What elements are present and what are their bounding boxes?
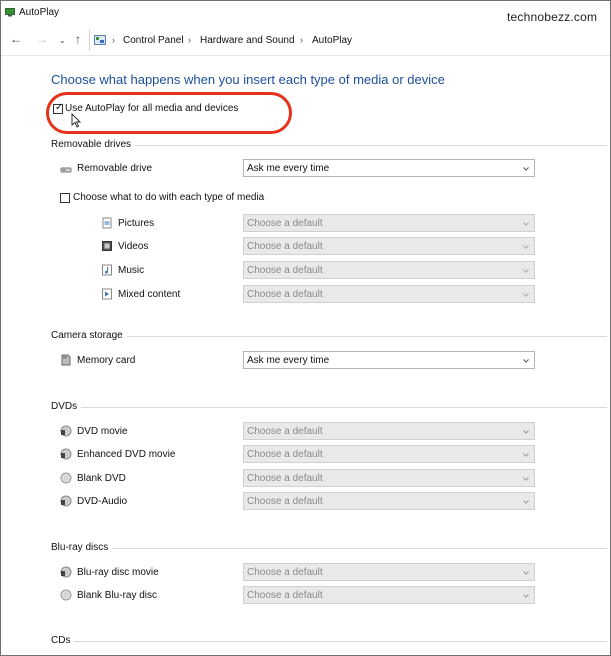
- music-icon: [102, 264, 112, 276]
- control-panel-icon: [94, 35, 106, 45]
- chevron-down-icon: [523, 167, 529, 171]
- dvd-movie-select[interactable]: Choose a default: [243, 422, 535, 440]
- chevron-down-icon: [523, 245, 529, 249]
- page-heading: Choose what happens when you insert each…: [51, 72, 445, 87]
- camera-storage-title: Camera storage: [51, 330, 127, 341]
- memory-card-select[interactable]: Ask me every time: [243, 351, 535, 369]
- select-value: Choose a default: [247, 289, 323, 300]
- chevron-down-icon: [523, 500, 529, 504]
- memory-card-icon: [61, 354, 71, 366]
- breadcrumb-control-panel[interactable]: Control Panel: [123, 35, 184, 46]
- mouse-cursor-icon: [71, 113, 81, 128]
- dvd-movie-label: DVD movie: [77, 426, 128, 437]
- mixed-content-label: Mixed content: [118, 289, 181, 300]
- per-media-type-checkbox[interactable]: [60, 193, 70, 203]
- videos-icon: [102, 241, 112, 251]
- chevron-down-icon: [523, 594, 529, 598]
- select-value: Choose a default: [247, 473, 323, 484]
- blank-dvd-select[interactable]: Choose a default: [243, 469, 535, 487]
- removable-drives-title: Removable drives: [51, 139, 136, 150]
- removable-drive-select[interactable]: Ask me every time: [243, 159, 535, 177]
- pictures-label: Pictures: [118, 218, 155, 229]
- blu-ray-disc-movie-label: Blu-ray disc movie: [77, 567, 159, 578]
- chevron-down-icon: [523, 359, 529, 363]
- select-value: Choose a default: [247, 426, 323, 437]
- per-media-type-label[interactable]: Choose what to do with each type of medi…: [73, 192, 264, 203]
- dvd-audio-select[interactable]: Choose a default: [243, 492, 535, 510]
- select-value: Ask me every time: [247, 355, 330, 366]
- highlight-circle: [46, 92, 292, 134]
- back-arrow-icon[interactable]: ←: [10, 33, 22, 45]
- enhanced-dvd-movie-icon: [60, 448, 72, 460]
- select-value: Ask me every time: [247, 163, 330, 174]
- pictures-select[interactable]: Choose a default: [243, 214, 535, 232]
- window-title: AutoPlay: [19, 7, 60, 18]
- dvd-audio-icon: [60, 495, 72, 507]
- blank-dvd-icon: [60, 472, 72, 484]
- watermark: technobezz.com: [507, 10, 598, 24]
- breadcrumb-separator-icon: ›: [112, 35, 115, 45]
- videos-select[interactable]: Choose a default: [243, 237, 535, 255]
- section-divider: [51, 641, 607, 642]
- chevron-down-icon: [523, 430, 529, 434]
- breadcrumb-hardware-and-sound[interactable]: Hardware and Sound: [200, 35, 295, 46]
- select-value: Choose a default: [247, 449, 323, 460]
- dvds-title: DVDs: [51, 401, 82, 412]
- breadcrumb-separator-icon: ›: [188, 35, 191, 45]
- chevron-down-icon: [523, 293, 529, 297]
- blu-ray-disc-movie-icon: [60, 566, 72, 578]
- select-value: Choose a default: [247, 567, 323, 578]
- address-divider: [1, 55, 610, 56]
- address-field[interactable]: › Control Panel › Hardware and Sound › A…: [89, 29, 610, 51]
- select-value: Choose a default: [247, 590, 323, 601]
- removable-drive-label: Removable drive: [77, 163, 153, 174]
- blank-blu-ray-disc-icon: [60, 589, 72, 601]
- breadcrumb-autoplay[interactable]: AutoPlay: [312, 35, 352, 46]
- select-value: Choose a default: [247, 496, 323, 507]
- chevron-down-icon: [523, 269, 529, 273]
- mixed-content-icon: [102, 288, 112, 300]
- dvd-movie-icon: [60, 425, 72, 437]
- blu-ray-discs-title: Blu-ray discs: [51, 542, 113, 553]
- chevron-down-icon: [523, 222, 529, 226]
- enhanced-dvd-movie-select[interactable]: Choose a default: [243, 445, 535, 463]
- section-divider: [51, 407, 607, 408]
- dvd-audio-label: DVD-Audio: [77, 496, 128, 507]
- blank-blu-ray-disc-label: Blank Blu-ray disc: [77, 590, 158, 601]
- removable-drive-icon: [60, 167, 72, 173]
- memory-card-label: Memory card: [77, 355, 136, 366]
- chevron-down-icon: [523, 477, 529, 481]
- breadcrumb-separator-icon: ›: [300, 35, 303, 45]
- recent-locations-chevron-icon[interactable]: ⌄: [59, 35, 66, 47]
- chevron-down-icon: [523, 571, 529, 575]
- select-value: Choose a default: [247, 265, 323, 276]
- select-value: Choose a default: [247, 218, 323, 229]
- section-divider: [51, 336, 607, 337]
- music-label: Music: [118, 265, 145, 276]
- mixed-content-select[interactable]: Choose a default: [243, 285, 535, 303]
- autoplay-window: AutoPlay technobezz.com ← → ⌄ ↑ › Contro…: [0, 0, 611, 656]
- blank-blu-ray-disc-select[interactable]: Choose a default: [243, 586, 535, 604]
- forward-arrow-icon[interactable]: →: [36, 33, 48, 45]
- title-bar: AutoPlay technobezz.com: [1, 1, 610, 25]
- section-divider: [51, 548, 607, 549]
- pictures-icon: [102, 217, 112, 229]
- up-arrow-icon[interactable]: ↑: [75, 33, 81, 45]
- blu-ray-disc-movie-select[interactable]: Choose a default: [243, 563, 535, 581]
- cds-title: CDs: [51, 635, 75, 646]
- address-bar: ← → ⌄ ↑ › Control Panel › Hardware and S…: [1, 27, 610, 53]
- select-value: Choose a default: [247, 241, 323, 252]
- autoplay-window-icon: [5, 8, 15, 17]
- blank-dvd-label: Blank DVD: [77, 473, 126, 484]
- videos-label: Videos: [118, 241, 149, 252]
- enhanced-dvd-movie-label: Enhanced DVD movie: [77, 449, 176, 460]
- chevron-down-icon: [523, 453, 529, 457]
- music-select[interactable]: Choose a default: [243, 261, 535, 279]
